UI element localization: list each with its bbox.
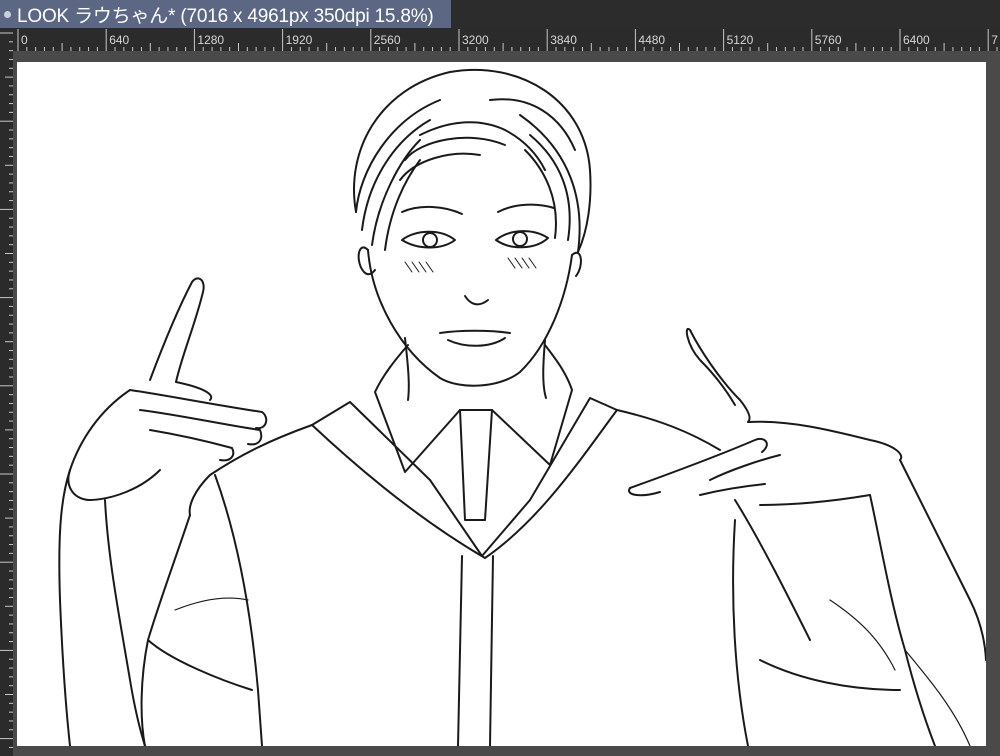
ruler-label: 5120 <box>727 33 754 47</box>
hair-strands-left <box>355 99 441 251</box>
vest-side-left <box>214 474 263 746</box>
hand-right-index <box>685 327 751 423</box>
eyebrow-left <box>401 206 463 215</box>
ruler-label: 4480 <box>638 33 665 47</box>
hair-part <box>419 121 546 171</box>
document-tab-title: LOOK ラウちゃん* (7016 x 4961px 350dpi 15.8%) <box>17 5 434 27</box>
vest-v-neck <box>311 397 618 559</box>
collar-left <box>374 344 461 473</box>
hand-right-palm <box>628 420 903 506</box>
ear-right <box>571 251 582 277</box>
neck <box>404 337 547 401</box>
horizontal-ruler[interactable]: 0 640 1280 1920 2560 3200 3840 4480 5120 5760 6400… <box>13 29 1000 51</box>
collar-right <box>491 344 573 466</box>
ruler-label: 0 <box>21 33 28 47</box>
vertical-ruler[interactable] <box>0 29 13 756</box>
drawing-canvas[interactable] <box>17 62 986 746</box>
document-tab-bar: LOOK ラウちゃん* (7016 x 4961px 350dpi 15.8%) <box>0 0 1000 29</box>
sleeve-left <box>140 514 253 746</box>
hair-strands-right <box>489 98 581 253</box>
vest-side-right <box>732 519 749 746</box>
ruler-label: 6400 <box>903 33 930 47</box>
shirt-placket <box>457 555 494 746</box>
shoulder-right <box>616 409 721 451</box>
ruler-label: 640 <box>109 33 129 47</box>
eyebrow-right <box>497 203 555 213</box>
nose <box>464 295 489 306</box>
hand-right-fingers <box>629 438 781 496</box>
hand-left-fingers <box>129 389 268 462</box>
mouth <box>439 329 511 347</box>
ruler-label: 7 <box>991 33 998 47</box>
shirt-drape-right <box>829 599 971 746</box>
iris-left <box>422 232 438 248</box>
ruler-label: 3200 <box>462 33 489 47</box>
ruler-label: 1280 <box>197 33 224 47</box>
sleeve-fold-left <box>174 597 249 611</box>
ruler-label: 1920 <box>286 33 313 47</box>
hand-left-index <box>149 277 205 383</box>
arm-right <box>869 459 986 746</box>
arm-left <box>58 469 146 746</box>
shoulder-left <box>188 424 313 516</box>
ruler-label: 2560 <box>374 33 401 47</box>
face-outline <box>367 249 573 387</box>
iris-right <box>512 231 528 247</box>
sleeve-right <box>734 499 901 691</box>
collar-center <box>459 409 493 521</box>
document-tab[interactable]: LOOK ラウちゃん* (7016 x 4961px 350dpi 15.8%) <box>0 0 451 28</box>
blush-right <box>507 257 537 269</box>
blush-left <box>404 261 434 273</box>
line-art <box>58 68 986 746</box>
unsaved-dot-icon <box>4 10 11 18</box>
ruler-label: 3840 <box>550 33 577 47</box>
ruler-label: 5760 <box>815 33 842 47</box>
ear-left <box>357 246 376 276</box>
